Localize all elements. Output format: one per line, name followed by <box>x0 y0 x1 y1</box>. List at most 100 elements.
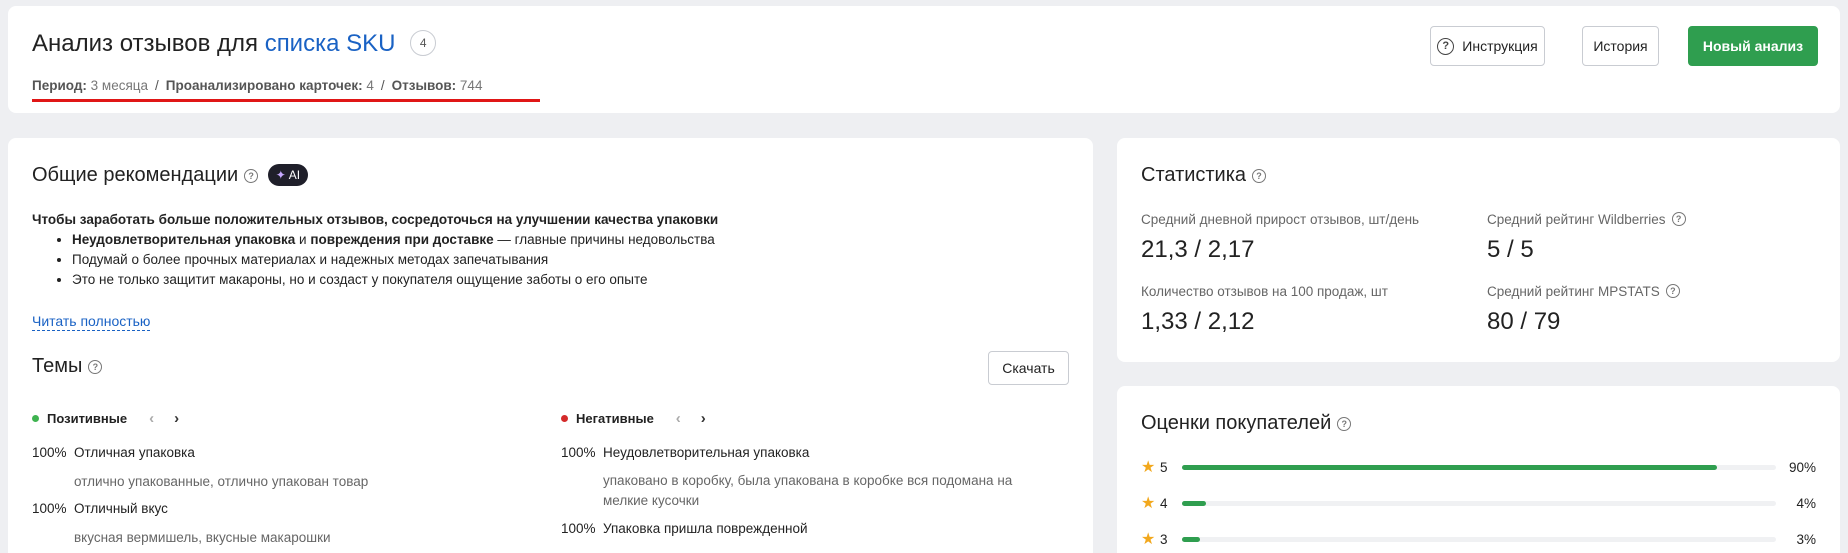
help-icon[interactable]: ? <box>244 169 259 183</box>
recommendation-item: Это не только защитит макароны, но и соз… <box>72 270 718 290</box>
download-button-label: Скачать <box>1002 360 1055 376</box>
title-prefix: Анализ отзывов для <box>32 30 259 57</box>
history-button-label: История <box>1593 38 1648 54</box>
mpstats-rating-label: Средний рейтинг MPSTATS? <box>1487 284 1680 299</box>
bold-phrase: Неудовлетворительная упаковка <box>72 232 296 247</box>
connector: и <box>295 232 311 247</box>
header-card: Анализ отзывов для списка SKU 4 Период: … <box>8 6 1840 113</box>
recommendation-list: Неудовлетворительная упаковка и поврежде… <box>72 230 718 290</box>
negative-label: Негативные <box>576 411 654 426</box>
help-icon[interactable]: ? <box>1665 284 1680 298</box>
sku-list-link[interactable]: списка SKU <box>265 30 396 57</box>
page-title: Анализ отзывов для списка SKU 4 <box>32 30 437 58</box>
daily-growth-value: 21,3 / 2,17 <box>1141 236 1255 263</box>
ai-badge: ✦ AI <box>267 164 309 186</box>
recommendations-title-text: Общие рекомендации <box>32 164 239 186</box>
help-icon[interactable]: ? <box>1337 417 1352 431</box>
rating-bar-fill <box>1182 464 1717 470</box>
reviews-per-100-value: 1,33 / 2,12 <box>1141 308 1255 335</box>
positive-dot <box>32 415 39 422</box>
help-icon[interactable]: ? <box>88 360 103 374</box>
instruction-button[interactable]: ? Инструкция <box>1430 26 1545 66</box>
topic-percent: 100% <box>561 521 596 536</box>
recommendations-text: Чтобы заработать больше положительных от… <box>32 210 718 290</box>
topics-title: Темы? <box>32 355 103 378</box>
chevron-left-icon[interactable]: ‹ <box>676 410 681 427</box>
chevron-right-icon[interactable]: › <box>701 410 706 427</box>
rating-bar-fill <box>1182 536 1200 542</box>
sparkle-icon: ✦ <box>275 168 286 182</box>
rating-row: ★ 4 4% <box>1141 494 1816 512</box>
rating-bar-track <box>1182 536 1776 542</box>
analysis-meta: Период: 3 месяца / Проанализировано карточ… <box>32 78 482 93</box>
rating-bar-track <box>1182 464 1776 470</box>
phrase: — главные причины недовольства <box>493 232 715 247</box>
meta-separator: / <box>155 78 159 93</box>
new-analysis-button[interactable]: Новый анализ <box>1688 26 1818 66</box>
period-value: 3 месяца <box>90 78 149 93</box>
rating-percent: 4% <box>1796 495 1816 511</box>
read-more-link[interactable]: Читать полностью <box>32 312 151 331</box>
cards-value: 4 <box>366 78 374 93</box>
ratings-title: Оценки покупателей? <box>1141 412 1352 435</box>
help-icon[interactable]: ? <box>1671 212 1686 226</box>
topic-name: Неудовлетворительная упаковка <box>603 445 810 460</box>
topic-name: Отличная упаковка <box>74 445 195 460</box>
star-icon: ★ <box>1141 459 1156 476</box>
rating-bar-fill <box>1182 500 1206 506</box>
recommendations-title: Общие рекомендации? ✦ AI <box>32 164 309 187</box>
help-icon[interactable]: ? <box>1252 169 1267 183</box>
sku-count-badge: 4 <box>410 30 437 56</box>
wb-rating-label: Средний рейтинг Wildberries? <box>1487 212 1686 227</box>
negative-dot <box>561 415 568 422</box>
topic-details: упаковано в коробку, была упакована в ко… <box>603 473 1013 508</box>
download-button[interactable]: Скачать <box>988 351 1069 385</box>
chevron-right-icon[interactable]: › <box>174 410 179 427</box>
rating-bar-track <box>1182 500 1776 506</box>
rating-stars: 5 <box>1160 459 1168 475</box>
topic-name: Отличный вкус <box>74 501 168 516</box>
topics-title-text: Темы <box>32 355 83 377</box>
topic-item: 100% Отличный вкус <box>32 501 168 516</box>
mpstats-rating-label-text: Средний рейтинг MPSTATS <box>1487 284 1660 299</box>
cards-label: Проанализировано карточек: <box>165 78 363 93</box>
negative-topics-header: Негативные ‹ › <box>561 410 706 427</box>
new-analysis-button-label: Новый анализ <box>1702 38 1804 54</box>
topic-details: вкусная вермишель, вкусные макарошки <box>74 530 331 545</box>
recommendation-item: Неудовлетворительная упаковка и поврежде… <box>72 230 718 250</box>
recommendation-lead: Чтобы заработать больше положительных от… <box>32 212 719 227</box>
rating-percent: 3% <box>1796 531 1816 547</box>
topic-item: 100% Неудовлетворительная упаковка <box>561 445 809 460</box>
rating-stars: 4 <box>1160 495 1168 511</box>
ratings-title-text: Оценки покупателей <box>1141 412 1332 434</box>
topic-percent: 100% <box>32 501 67 516</box>
chevron-left-icon[interactable]: ‹ <box>149 410 154 427</box>
reviews-label: Отзывов: <box>391 78 457 93</box>
topic-percent: 100% <box>32 445 67 460</box>
meta-separator: / <box>380 78 385 93</box>
daily-growth-label: Средний дневной прирост отзывов, шт/день <box>1141 212 1420 227</box>
rating-stars: 3 <box>1160 531 1168 547</box>
reviews-value: 744 <box>459 78 483 93</box>
star-icon: ★ <box>1141 531 1156 548</box>
rating-percent: 90% <box>1788 459 1816 475</box>
rating-row: ★ 3 3% <box>1141 530 1816 548</box>
ai-badge-label: AI <box>288 168 301 182</box>
instruction-button-label: Инструкция <box>1462 38 1538 54</box>
positive-label: Позитивные <box>47 411 128 426</box>
customer-ratings-card: Оценки покупателей? ★ 5 90% ★ 4 4% ★ 3 3… <box>1117 386 1840 553</box>
positive-topics-header: Позитивные ‹ › <box>32 410 179 427</box>
recommendation-item: Подумай о более прочных материалах и над… <box>72 250 718 270</box>
wb-rating-value: 5 / 5 <box>1487 236 1534 263</box>
highlight-underline <box>32 99 540 102</box>
history-button[interactable]: История <box>1582 26 1659 66</box>
recommendations-card: Общие рекомендации? ✦ AI Чтобы заработать… <box>8 138 1093 553</box>
topic-item: 100% Упаковка пришла поврежденной <box>561 521 808 536</box>
topic-percent: 100% <box>561 445 596 460</box>
period-label: Период: <box>32 78 87 93</box>
statistics-title-text: Статистика <box>1141 164 1247 186</box>
reviews-per-100-label: Количество отзывов на 100 продаж, шт <box>1141 284 1388 299</box>
wb-rating-label-text: Средний рейтинг Wildberries <box>1487 212 1666 227</box>
rating-row: ★ 5 90% <box>1141 458 1816 476</box>
statistics-card: Статистика? Средний дневной прирост отзы… <box>1117 138 1840 362</box>
